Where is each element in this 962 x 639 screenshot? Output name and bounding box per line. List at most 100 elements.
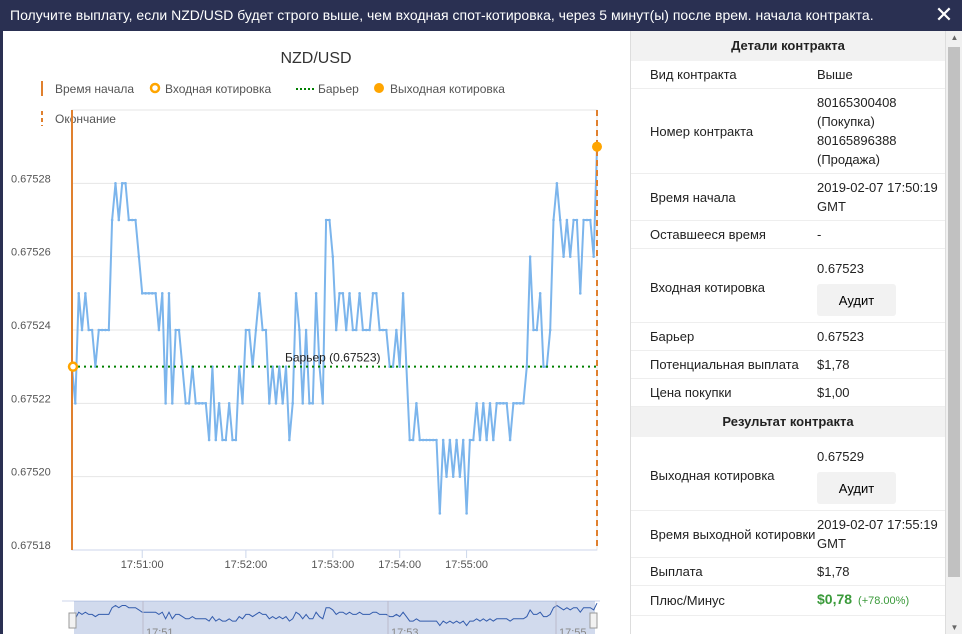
price-point: [421, 438, 425, 442]
detail-row: Номер контракта 80165300408 (Покупка) 801…: [631, 89, 945, 174]
chart-title: NZD/USD: [280, 50, 351, 67]
y-tick-label: 0.67522: [11, 393, 51, 405]
price-point: [331, 255, 335, 258]
price-point: [368, 328, 371, 332]
price-point: [194, 402, 198, 405]
price-point: [261, 328, 264, 332]
detail-value: 0.67523: [817, 329, 864, 344]
price-point: [144, 292, 147, 295]
price-point: [582, 218, 585, 222]
price-point: [117, 218, 121, 222]
price-point: [231, 438, 234, 442]
detail-label: Выходная котировка: [650, 468, 775, 483]
result-title: Результат контракта: [631, 407, 945, 437]
legend-entry[interactable]: Входная котировка: [165, 82, 272, 96]
price-point: [187, 402, 191, 405]
price-point: [321, 402, 325, 405]
audit-button[interactable]: Аудит: [817, 284, 896, 316]
price-point: [592, 255, 595, 258]
price-point: [124, 182, 127, 185]
price-point: [150, 292, 154, 295]
price-point: [378, 328, 381, 332]
price-point: [488, 402, 492, 405]
price-point: [425, 438, 428, 442]
navigator-label: 17:55: [559, 627, 587, 634]
price-point: [465, 512, 468, 515]
price-point: [438, 512, 442, 515]
price-point: [589, 218, 592, 222]
price-point: [471, 438, 475, 442]
legend-start[interactable]: Время начала: [55, 82, 134, 96]
price-point: [354, 328, 358, 332]
price-point: [127, 218, 131, 222]
price-point: [257, 292, 261, 295]
price-point: [445, 475, 448, 478]
price-point: [74, 402, 77, 405]
price-point: [435, 438, 438, 442]
legend-barrier[interactable]: Барьер: [318, 82, 359, 96]
price-point: [154, 292, 157, 295]
price-point: [254, 328, 258, 332]
legend-end[interactable]: Окончание: [55, 112, 116, 126]
price-point: [538, 292, 542, 295]
detail-value-cell: -: [817, 225, 945, 244]
price-point: [267, 402, 271, 405]
navigator-right-handle[interactable]: [589, 612, 598, 629]
scroll-up-icon[interactable]: ▲: [946, 33, 962, 42]
price-point: [455, 438, 458, 442]
price-point: [502, 402, 505, 405]
price-point: [431, 438, 435, 442]
price-point: [364, 328, 368, 332]
price-point: [578, 292, 582, 295]
price-point: [385, 328, 388, 332]
details-title: Детали контракта: [631, 31, 945, 61]
legend-exit[interactable]: Выходная котировка: [390, 82, 505, 96]
detail-value-cell: $0,78 (+78.00%): [817, 590, 945, 611]
price-point: [204, 402, 208, 405]
detail-label: Вид контракта: [650, 67, 737, 82]
detail-label: Плюс/Минус: [650, 593, 725, 608]
price-point: [328, 218, 331, 222]
close-icon[interactable]: ✕: [932, 2, 956, 28]
detail-row: Цена покупки $1,00: [631, 379, 945, 407]
detail-row: Барьер 0.67523: [631, 323, 945, 351]
price-point: [324, 218, 328, 222]
detail-label: Оставшееся время: [650, 227, 766, 242]
price-point: [575, 218, 579, 222]
scroll-thumb[interactable]: [948, 47, 960, 577]
price-point: [441, 438, 445, 442]
price-point: [247, 328, 251, 332]
detail-value: 2019-02-07 17:50:19 GMT: [817, 180, 938, 214]
scrollbar[interactable]: ▲ ▼: [945, 31, 962, 634]
price-point: [274, 402, 278, 405]
price-point: [528, 255, 532, 258]
price-point: [565, 218, 569, 222]
price-point: [468, 438, 472, 442]
price-point: [157, 328, 161, 332]
price-point: [294, 292, 298, 295]
price-point: [341, 292, 345, 295]
navigator-left-handle[interactable]: [68, 612, 77, 629]
navigator-label: 17:53: [391, 627, 419, 634]
price-point: [160, 292, 164, 295]
profit-percent: (+78.00%): [858, 595, 910, 607]
x-tick-label: 17:52:00: [224, 559, 267, 571]
detail-value-cell: Выше: [817, 65, 945, 84]
price-point: [351, 328, 355, 332]
price-point: [475, 402, 478, 405]
price-point: [298, 328, 301, 332]
audit-button[interactable]: Аудит: [817, 472, 896, 504]
y-tick-label: 0.67524: [11, 320, 51, 332]
price-point: [114, 182, 117, 185]
price-point: [505, 402, 509, 405]
detail-value: 0.67523: [817, 261, 864, 276]
detail-label: Время начала: [650, 189, 736, 205]
price-point: [458, 475, 462, 478]
y-tick-label: 0.67528: [11, 173, 51, 185]
price-point: [100, 328, 104, 332]
price-point: [532, 328, 535, 332]
scroll-down-icon[interactable]: ▼: [946, 623, 962, 632]
detail-value-cell: $1,78: [817, 355, 945, 374]
price-point: [217, 402, 221, 405]
exit-spot-marker: [592, 141, 602, 152]
